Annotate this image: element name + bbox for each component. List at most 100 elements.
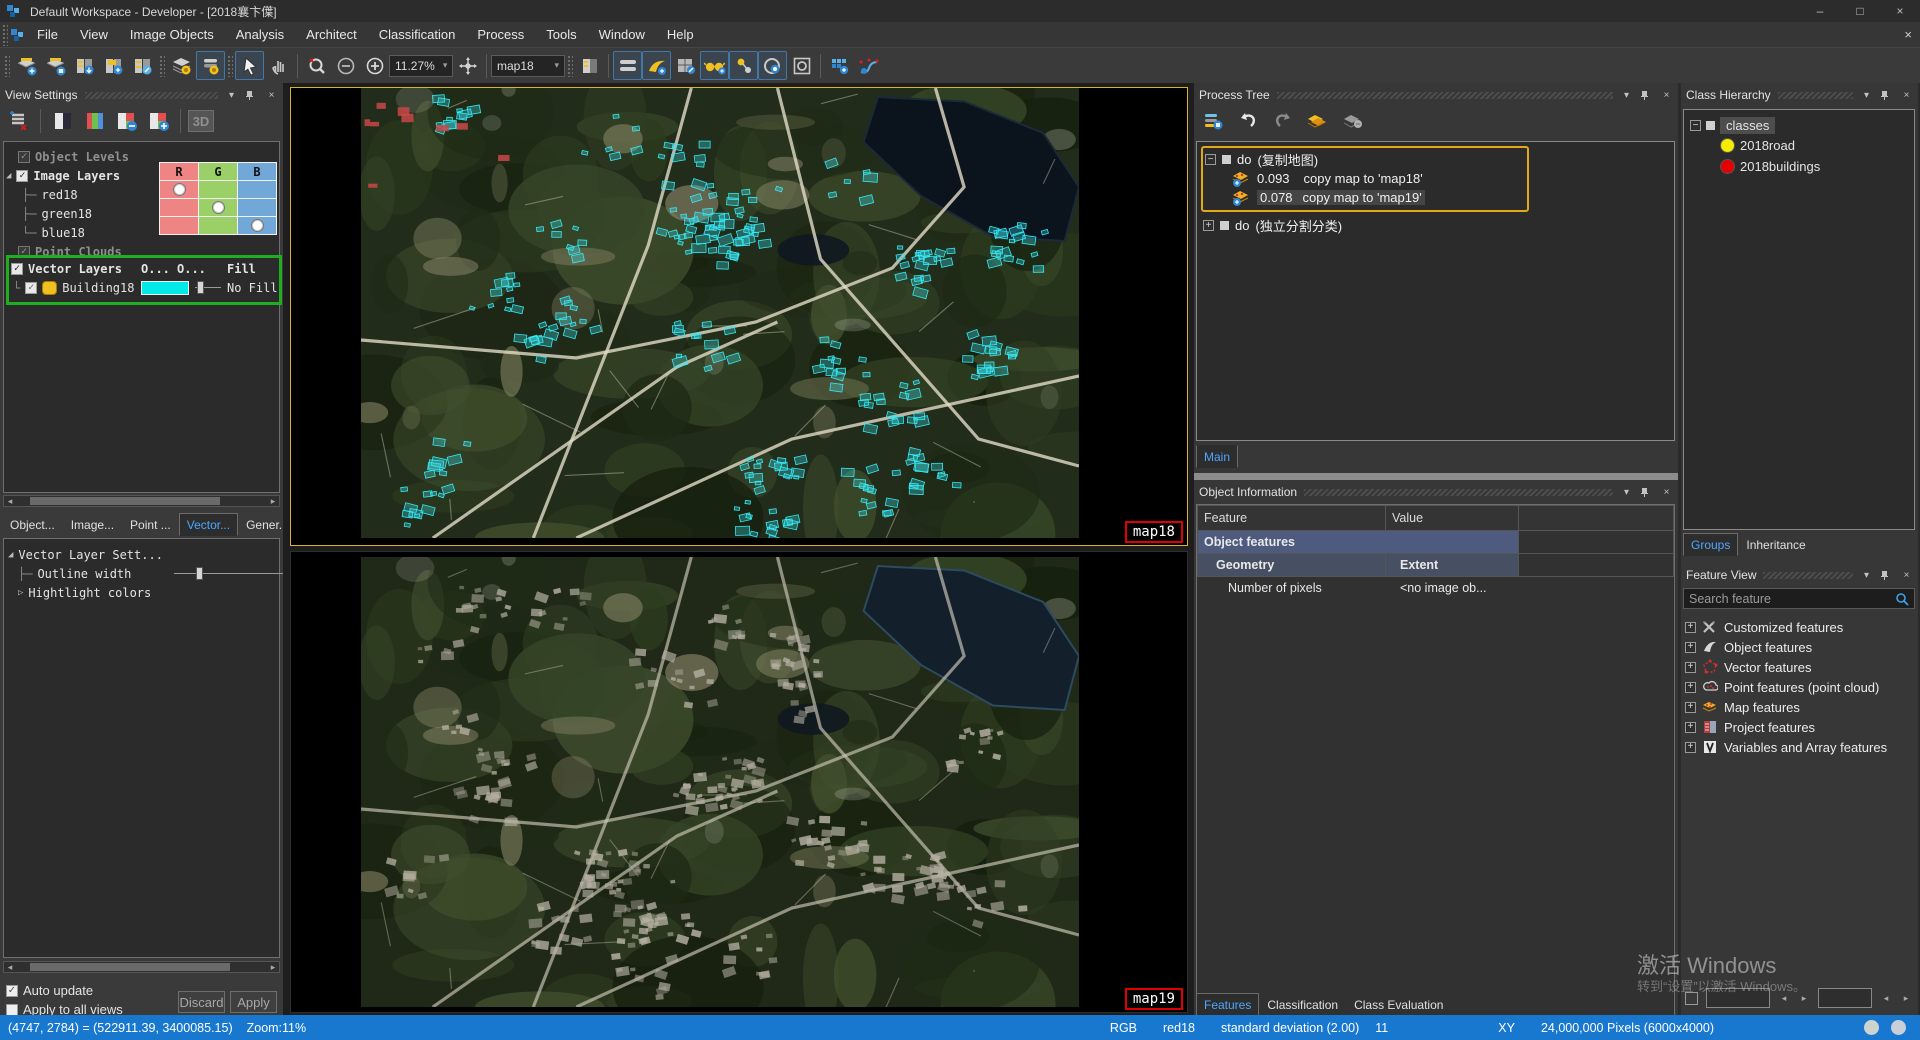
scroll-left-icon[interactable]: ◂: [4, 496, 16, 507]
close-button[interactable]: ×: [1880, 0, 1920, 22]
outline-width-slider[interactable]: [174, 567, 286, 580]
menu-file[interactable]: File: [26, 22, 69, 47]
zoom-out-icon[interactable]: [331, 51, 360, 80]
column-feature[interactable]: Feature: [1198, 506, 1386, 531]
chevron-down-icon[interactable]: ▾: [1860, 570, 1873, 581]
spin-right-icon[interactable]: ▸: [1798, 993, 1810, 1004]
tab-class-evaluation[interactable]: Class Evaluation: [1346, 993, 1451, 1016]
discard-button[interactable]: Discard: [178, 991, 225, 1013]
auto-update-checkbox[interactable]: [6, 985, 18, 997]
map-select-combo[interactable]: map18▾: [491, 55, 565, 77]
pin-icon[interactable]: [1640, 487, 1653, 498]
process-copy-map18[interactable]: 0.093 copy map to 'map18': [1231, 169, 1527, 188]
feature-project[interactable]: Project features: [1685, 717, 1915, 737]
show-objects-icon[interactable]: [729, 51, 758, 80]
classes-root-label[interactable]: classes: [1720, 117, 1775, 134]
close-icon[interactable]: ×: [1660, 487, 1673, 498]
tab-groups[interactable]: Groups: [1683, 533, 1738, 556]
red18-g-cell[interactable]: [198, 180, 238, 199]
spin-right-icon[interactable]: ▸: [1900, 993, 1912, 1004]
horizontal-scrollbar[interactable]: ◂ ▸: [3, 961, 280, 973]
tab-inheritance[interactable]: Inheritance: [1738, 533, 1813, 556]
tab-features[interactable]: Features: [1196, 993, 1259, 1016]
panel-splitter[interactable]: [1194, 473, 1678, 480]
delete-process-icon[interactable]: [1338, 107, 1367, 136]
panel-drag-area[interactable]: [1277, 92, 1613, 99]
pin-icon[interactable]: [1880, 570, 1893, 581]
layer-green18[interactable]: green18: [41, 207, 92, 221]
red18-b-cell[interactable]: [237, 180, 277, 199]
expand-icon[interactable]: [1685, 622, 1696, 633]
expand-icon[interactable]: [1685, 742, 1696, 753]
single-layer-view-icon[interactable]: [575, 51, 604, 80]
minimize-button[interactable]: –: [1800, 0, 1840, 22]
green18-g-cell[interactable]: [198, 198, 238, 217]
building18-label[interactable]: Building18: [62, 281, 134, 295]
menu-image-objects[interactable]: Image Objects: [119, 22, 225, 47]
layer-red18[interactable]: red18: [41, 188, 77, 202]
run-process-icon[interactable]: [1303, 107, 1332, 136]
feature-customized[interactable]: Customized features: [1685, 617, 1915, 637]
spin-left-icon[interactable]: ◂: [1880, 993, 1892, 1004]
scrollbar-thumb[interactable]: [30, 963, 230, 971]
expand-icon[interactable]: [1685, 642, 1696, 653]
collapse-icon[interactable]: [1205, 154, 1216, 165]
close-icon[interactable]: ×: [265, 90, 278, 101]
add-pane-icon[interactable]: [144, 107, 173, 136]
zoom-window-icon[interactable]: [787, 51, 816, 80]
menu-process[interactable]: Process: [466, 22, 535, 47]
zoom-in-icon[interactable]: [360, 51, 389, 80]
close-icon[interactable]: ×: [1900, 90, 1913, 101]
outline-color-swatch[interactable]: [141, 281, 189, 295]
scroll-right-icon[interactable]: ▸: [267, 962, 279, 973]
collapse-icon[interactable]: [1690, 120, 1701, 131]
image-layers-checkbox[interactable]: [16, 170, 28, 182]
load-image-icon[interactable]: [12, 51, 41, 80]
scroll-right-icon[interactable]: ▸: [267, 496, 279, 507]
remove-pane-icon[interactable]: [112, 107, 141, 136]
feature-vector[interactable]: Vector features: [1685, 657, 1915, 677]
create-project-icon[interactable]: [70, 51, 99, 80]
process-node-do-segment[interactable]: do (独立分割分类): [1203, 216, 1674, 235]
feature-map[interactable]: Map features: [1685, 697, 1915, 717]
vector-layers-checkbox[interactable]: [11, 263, 23, 275]
feature-variables[interactable]: Variables and Array features: [1685, 737, 1915, 757]
tab-image[interactable]: Image...: [63, 513, 122, 536]
footer-checkbox[interactable]: [1685, 992, 1698, 1005]
value-input-1[interactable]: [1706, 988, 1770, 1008]
panel-drag-area[interactable]: [1778, 92, 1853, 99]
chevron-down-icon[interactable]: ▾: [1860, 90, 1873, 101]
satellite-image-map18[interactable]: [361, 88, 1079, 538]
menu-help[interactable]: Help: [656, 22, 705, 47]
search-icon[interactable]: [1895, 592, 1909, 606]
expand-icon[interactable]: [1685, 702, 1696, 713]
process-copy-map19[interactable]: 0.078copy map to 'map19': [1231, 188, 1527, 207]
panel-drag-area[interactable]: [85, 92, 219, 99]
tab-object[interactable]: Object...: [2, 513, 63, 536]
menu-view[interactable]: View: [69, 22, 119, 47]
green18-b-cell[interactable]: [237, 198, 277, 217]
scrollbar-thumb[interactable]: [30, 497, 220, 505]
blue18-b-cell[interactable]: [237, 216, 277, 235]
layer-mixing-pane-icon[interactable]: [80, 107, 109, 136]
pan-hand-icon[interactable]: [264, 51, 293, 80]
redo-icon[interactable]: [1268, 107, 1297, 136]
pixel-view-icon[interactable]: [671, 51, 700, 80]
pin-icon[interactable]: [245, 90, 258, 101]
select-cursor-icon[interactable]: [235, 51, 264, 80]
scroll-left-icon[interactable]: ◂: [4, 962, 16, 973]
apply-button[interactable]: Apply: [230, 991, 277, 1013]
zoom-select-icon[interactable]: [302, 51, 331, 80]
green18-r-cell[interactable]: [159, 198, 199, 217]
satellite-image-map19[interactable]: [361, 557, 1079, 1007]
chevron-down-icon[interactable]: ▾: [1620, 90, 1633, 101]
blue18-g-cell[interactable]: [198, 216, 238, 235]
tab-classification[interactable]: Classification: [1259, 993, 1346, 1016]
pin-icon[interactable]: [1640, 90, 1653, 101]
view-settings-list-icon[interactable]: [613, 51, 642, 80]
view-settings-icon[interactable]: [196, 51, 225, 80]
save-project-icon[interactable]: [99, 51, 128, 80]
blue18-r-cell[interactable]: [159, 216, 199, 235]
expand-icon[interactable]: [1685, 722, 1696, 733]
fill-value[interactable]: No Fill: [227, 281, 278, 295]
